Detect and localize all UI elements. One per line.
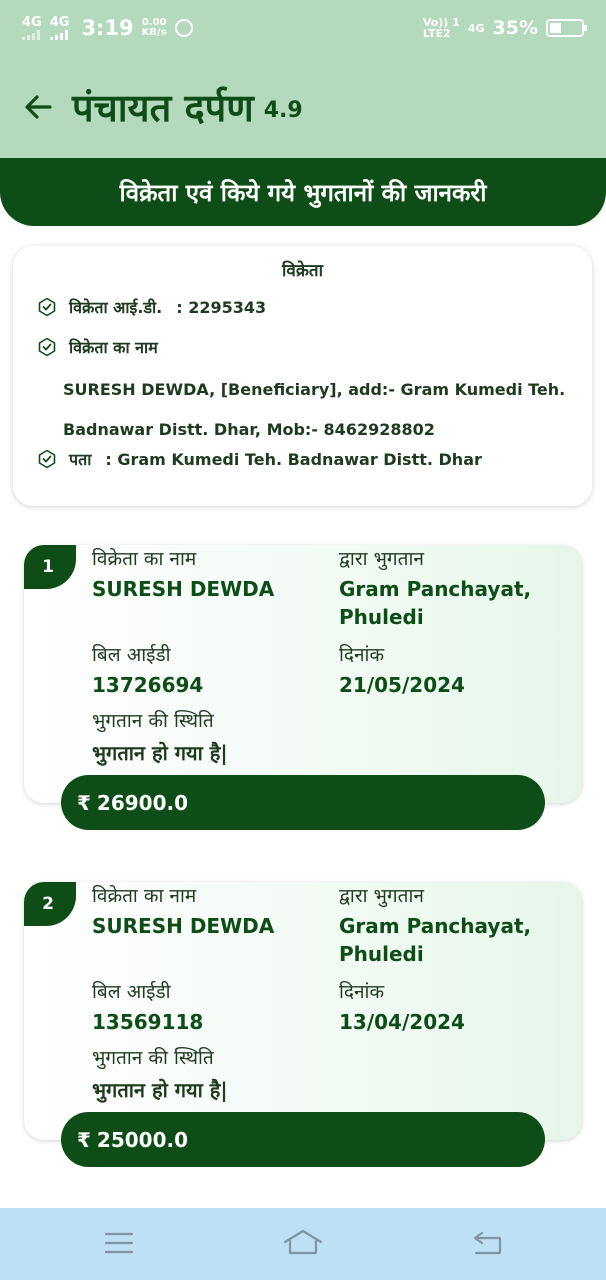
check-badge-icon [38, 449, 56, 469]
whatsapp-icon [174, 19, 193, 37]
payment-bill-id-label: बिल आईडी [92, 644, 171, 666]
back-arrow-icon[interactable] [22, 91, 54, 123]
signal-label-1: 4G [22, 15, 42, 30]
volte-line-2: LTE2 [422, 27, 451, 40]
status-bar: 4G 4G 3:19 0.00 KB/s Vo)) 1 LTE2 4G 35% [0, 0, 606, 56]
payment-paid-by-line-2: Phuledi [339, 605, 424, 629]
payment-paid-by-line-1: Gram Panchayat, [339, 914, 532, 938]
payment-paid-by-label: द्वारा भुगतान [339, 885, 424, 907]
app-version: 4.9 [263, 97, 303, 123]
payment-status-value: भुगतान हो गया है| [92, 1078, 228, 1102]
payment-index-badge: 1 [24, 545, 76, 589]
back-nav-icon[interactable] [472, 1228, 504, 1258]
payment-paid-by-label: द्वारा भुगतान [339, 548, 424, 570]
vendor-id-row: विक्रेता आई.डी. : 2295343 [37, 296, 266, 318]
payment-card-1[interactable]: 1 विक्रेता का नाम SURESH DEWDA द्वारा भु… [24, 545, 582, 803]
payment-bill-id-value: 13726694 [92, 673, 204, 697]
banner-text: विक्रेता एवं किये गये भुगतानों की जानकरी [119, 178, 487, 207]
net-speed: 0.00 KB/s [142, 18, 167, 38]
payment-bill-id-label: बिल आईडी [92, 981, 171, 1003]
vendor-id-value: : 2295343 [176, 297, 267, 317]
payment-card-2[interactable]: 2 विक्रेता का नाम SURESH DEWDA द्वारा भु… [24, 882, 582, 1140]
vendor-card: विक्रेता विक्रेता आई.डी. : 2295343 विक्र… [13, 246, 592, 506]
signal-bars-icon [22, 30, 40, 40]
battery-percent: 35% [492, 17, 538, 39]
payment-amount: 25000.0 [96, 1127, 189, 1152]
vendor-name-row: विक्रेता का नाम [37, 336, 158, 358]
vendor-address-label: पता [69, 450, 92, 469]
payment-paid-by-line-1: Gram Panchayat, [339, 577, 532, 601]
vendor-heading: विक्रेता [281, 261, 323, 281]
vendor-id-label: विक्रेता आई.डी. [69, 298, 163, 317]
rupee-icon: ₹ [77, 790, 91, 815]
payment-index-badge: 2 [24, 882, 76, 926]
payment-status-label: भुगतान की स्थिति [92, 710, 214, 732]
volte-indicator: Vo)) 1 LTE2 [423, 17, 460, 39]
payment-bill-id-value: 13569118 [92, 1010, 204, 1034]
vendor-address-value: : Gram Kumedi Teh. Badnawar Distt. Dhar [105, 449, 482, 469]
rupee-icon: ₹ [77, 1127, 91, 1152]
vendor-name-details: SURESH DEWDA, [Beneficiary], add:- Gram … [63, 370, 573, 450]
vendor-name-line-2: Badnawar Distt. Dhar, Mob:- 8462928802 [63, 420, 435, 439]
payment-amount-bar-2[interactable]: ₹ 25000.0 [61, 1112, 545, 1167]
vendor-address-row: पता : Gram Kumedi Teh. Badnawar Distt. D… [37, 448, 482, 470]
app-title: पंचायत दर्पण [72, 86, 254, 130]
vendor-name-label: विक्रेता का नाम [69, 338, 158, 357]
payment-date-value: 13/04/2024 [339, 1010, 465, 1034]
battery-fill [550, 23, 561, 33]
signal-indicator-1: 4G [22, 16, 42, 40]
payment-amount-bar-1[interactable]: ₹ 26900.0 [61, 775, 545, 830]
network-4g-label: 4G [467, 21, 485, 35]
home-icon[interactable] [282, 1228, 324, 1258]
signal-indicator-2: 4G [49, 15, 70, 40]
payment-name-value: SURESH DEWDA [92, 577, 275, 601]
payment-date-value: 21/05/2024 [339, 673, 465, 697]
battery-icon [546, 19, 587, 37]
menu-icon[interactable] [104, 1228, 134, 1258]
status-right: Vo)) 1 LTE2 4G 35% [423, 17, 587, 39]
payment-name-label: विक्रेता का नाम [92, 548, 197, 570]
check-badge-icon [38, 297, 56, 317]
net-speed-unit: KB/s [141, 27, 167, 38]
section-banner: विक्रेता एवं किये गये भुगतानों की जानकरी [0, 158, 606, 226]
payment-date-label: दिनांक [339, 981, 385, 1003]
signal-label-2: 4G [49, 15, 70, 30]
check-badge-icon [38, 337, 56, 357]
payment-amount: 26900.0 [96, 790, 189, 815]
status-time: 3:19 [81, 16, 134, 40]
payment-status-label: भुगतान की स्थिति [92, 1047, 214, 1069]
payment-paid-by-line-2: Phuledi [339, 942, 424, 966]
payment-name-label: विक्रेता का नाम [92, 885, 197, 907]
app-bar: पंचायत दर्पण 4.9 [0, 56, 606, 158]
signal-bars-icon [49, 30, 68, 40]
payment-name-value: SURESH DEWDA [92, 914, 275, 938]
system-nav-bar [0, 1208, 606, 1280]
payment-date-label: दिनांक [339, 644, 385, 666]
vendor-name-line-1: SURESH DEWDA, [Beneficiary], add:- Gram … [63, 380, 566, 399]
payment-status-value: भुगतान हो गया है| [92, 741, 228, 765]
